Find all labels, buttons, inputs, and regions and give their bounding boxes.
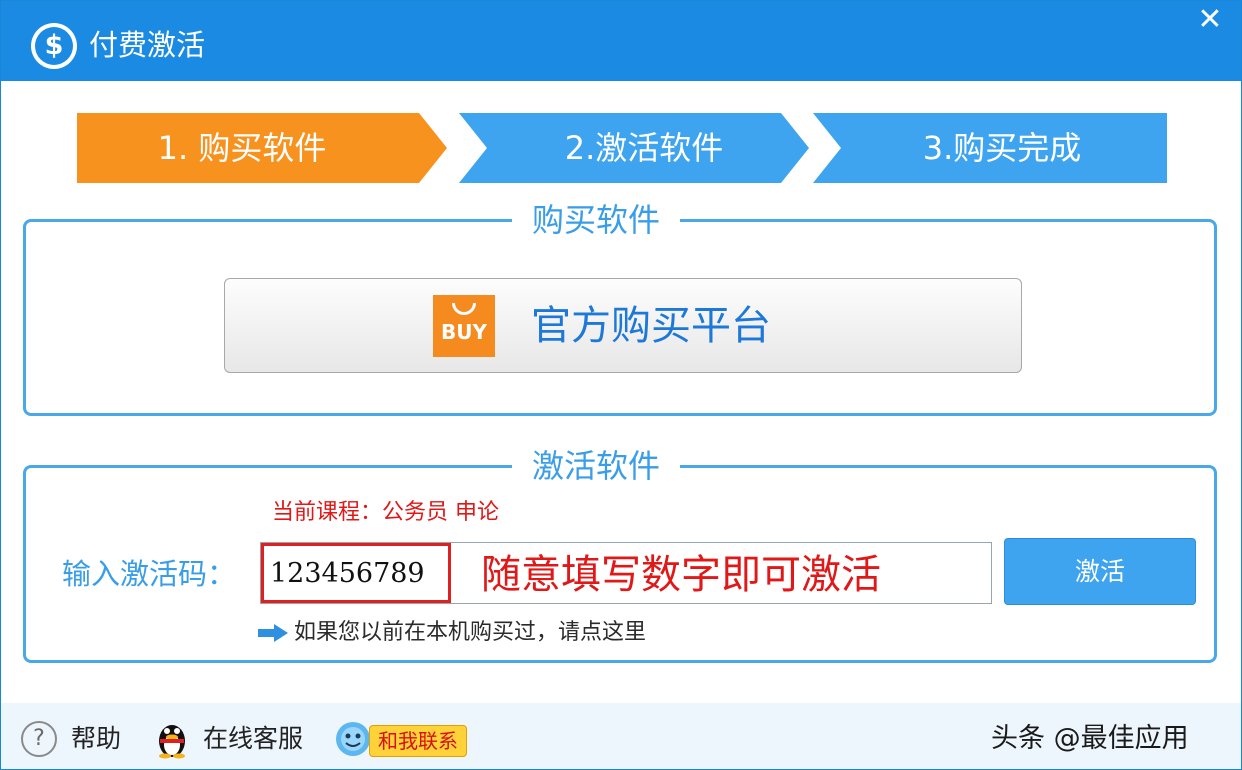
- activation-code-input[interactable]: [261, 543, 451, 603]
- activation-hint-text: 随意填写数字即可激活: [481, 552, 881, 598]
- contact-me-label: 和我联系: [369, 725, 467, 757]
- activation-section-title: 激活软件: [512, 446, 681, 486]
- activation-section: 激活软件 当前课程：公务员 申论 输入激活码： 随意填写数字即可激活 激活 如果…: [23, 446, 1217, 663]
- close-button[interactable]: ✕: [1179, 1, 1241, 39]
- watermark-text: 头条 @最佳应用: [991, 723, 1189, 754]
- window-title: 付费激活: [89, 28, 206, 62]
- activation-code-label: 输入激活码：: [62, 557, 237, 591]
- step-progress: 1. 购买软件 2.激活软件 3.购买完成: [77, 113, 1167, 183]
- title-bar: $ 付费激活 ✕: [1, 1, 1241, 81]
- buy-icon-text: BUY: [441, 320, 487, 344]
- step-label: 2.激活软件: [564, 129, 724, 167]
- official-purchase-label: 官方购买平台: [531, 303, 771, 349]
- help-icon: ?: [21, 721, 57, 757]
- current-course-text: 当前课程：公务员 申论: [272, 500, 499, 525]
- step-activate-software: 2.激活软件: [459, 113, 809, 183]
- official-purchase-button[interactable]: BUY 官方购买平台: [224, 278, 1022, 373]
- footer-bar: ? 帮助 在线客服 和我联系 头条 @最佳应用: [1, 703, 1241, 769]
- purchase-section-title: 购买软件: [512, 200, 681, 240]
- activate-button[interactable]: 激活: [1004, 538, 1196, 605]
- right-arrow-icon: [258, 624, 288, 642]
- step-buy-software: 1. 购买软件: [77, 113, 447, 183]
- help-link[interactable]: ? 帮助: [21, 719, 131, 759]
- penguin-icon: [159, 725, 185, 759]
- online-service-link[interactable]: 在线客服: [155, 719, 305, 759]
- contact-me-button[interactable]: 和我联系: [333, 719, 473, 759]
- dollar-icon: $: [31, 23, 77, 69]
- previous-purchase-link-text: 如果您以前在本机购买过，请点这里: [294, 620, 647, 645]
- help-label: 帮助: [71, 724, 122, 753]
- online-service-label: 在线客服: [203, 724, 304, 753]
- shopping-bag-icon: BUY: [433, 295, 495, 357]
- activation-code-field: 随意填写数字即可激活: [260, 542, 992, 604]
- step-label: 3.购买完成: [922, 129, 1082, 167]
- step-label: 1. 购买软件: [157, 129, 327, 167]
- payment-activation-window: $ 付费激活 ✕ 1. 购买软件 2.激活软件 3.购买完成 购买软件 BUY …: [0, 0, 1242, 770]
- step-purchase-complete: 3.购买完成: [813, 113, 1167, 183]
- purchase-section: 购买软件 BUY 官方购买平台: [23, 200, 1217, 416]
